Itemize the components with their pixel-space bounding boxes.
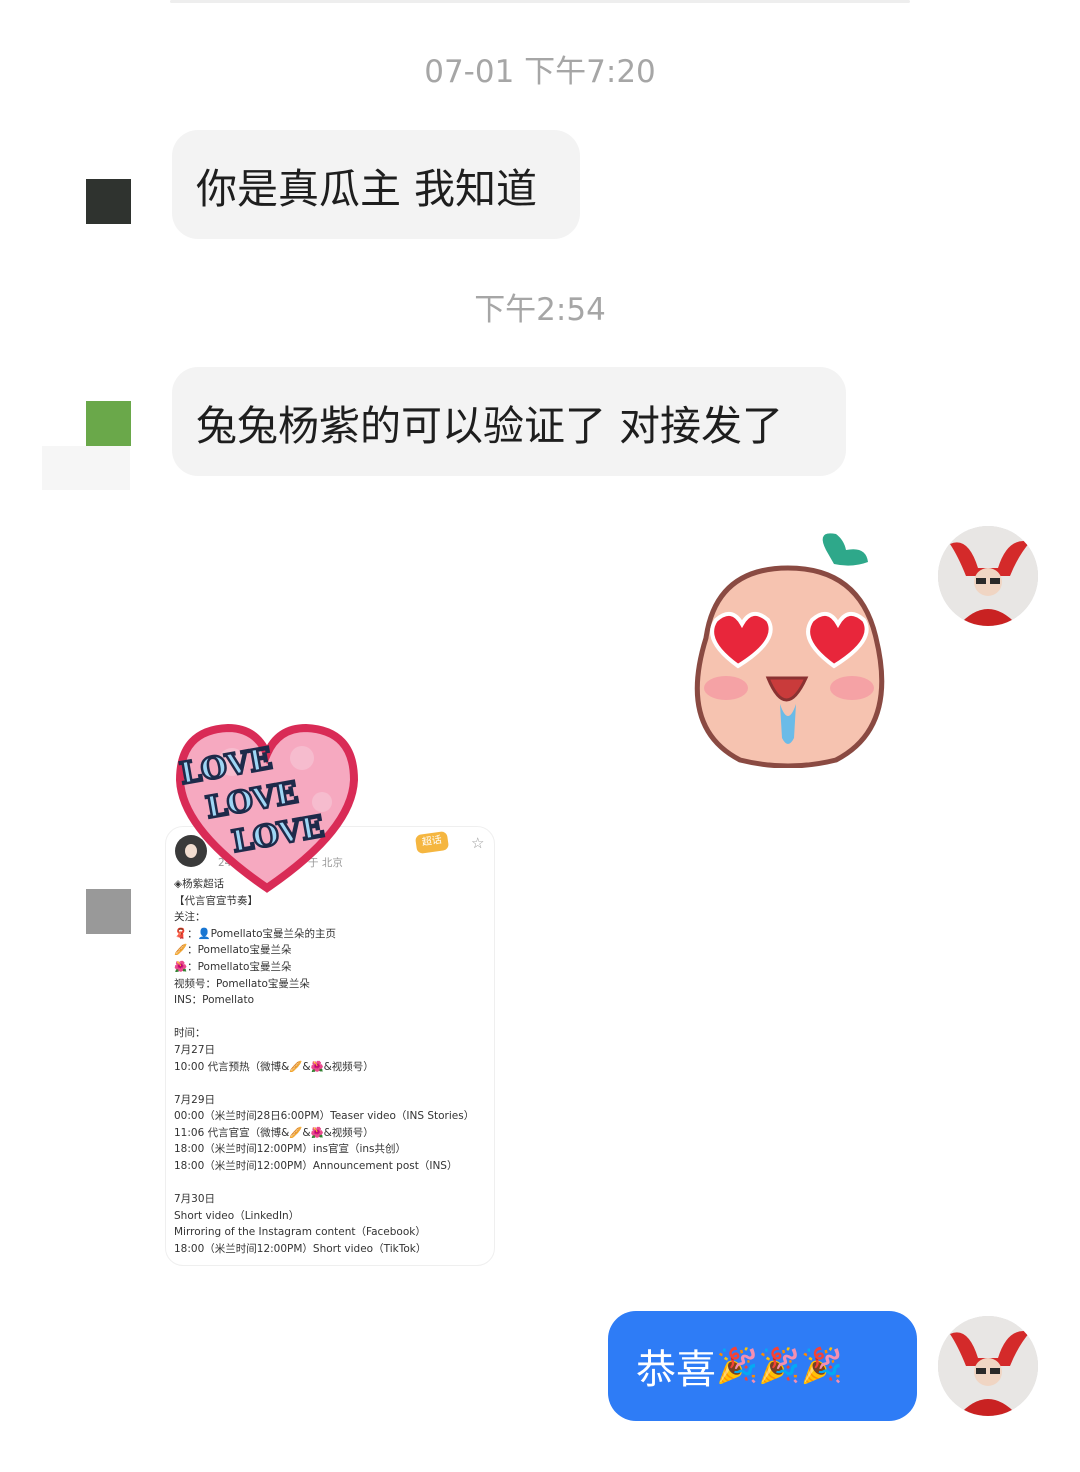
message-bubble[interactable]: 你是真瓜主 我知道: [172, 130, 580, 239]
message-text: 你是真瓜主 我知道: [196, 164, 538, 213]
contact-avatar[interactable]: [86, 401, 131, 446]
peach-sticker[interactable]: [676, 528, 900, 769]
card-line: 00:00（米兰时间28日6:00PM）Teaser video（INS Sto…: [174, 1110, 475, 1122]
card-line: 18:00（米兰时间12:00PM）Short video（TikTok）: [174, 1243, 427, 1255]
card-line: 【代言官宣节奏】: [174, 895, 258, 907]
card-line: 7月27日: [174, 1044, 216, 1056]
love-heart-sticker[interactable]: LOVE LOVE LOVE: [172, 722, 362, 894]
card-line: 10:00 代言预热（微博&🥖&🌺&视频号）: [174, 1061, 374, 1073]
contact-avatar[interactable]: [86, 179, 131, 224]
card-line: 🌺：Pomellato宝曼兰朵: [174, 961, 292, 973]
supertopic-badge: 超话: [414, 830, 450, 854]
card-line: 🥖：Pomellato宝曼兰朵: [174, 944, 292, 956]
card-line: 时间：: [174, 1027, 206, 1039]
message-text: 恭喜: [636, 1347, 716, 1393]
card-line: 关注：: [174, 911, 206, 923]
card-line: INS：Pomellato: [174, 994, 254, 1006]
card-line: 11:06 代言官宣（微博&🥖&🌺&视频号）: [174, 1127, 374, 1139]
card-line: 🧣：👤Pomellato宝曼兰朵的主页: [174, 928, 337, 940]
card-line: Short video（LinkedIn）: [174, 1210, 300, 1222]
card-line: 18:00（米兰时间12:00PM）ins官宣（ins共创）: [174, 1143, 406, 1155]
message-bubble[interactable]: 兔兔杨紫的可以验证了 对接发了: [172, 367, 846, 476]
star-icon[interactable]: ☆: [471, 835, 484, 852]
avatar-shadow: [42, 446, 130, 490]
timestamp: 下午2:54: [474, 292, 606, 328]
previous-message-edge: [170, 0, 910, 3]
my-avatar[interactable]: [938, 1316, 1038, 1416]
card-line: 7月30日: [174, 1193, 216, 1205]
my-avatar[interactable]: [938, 526, 1038, 626]
card-line: Mirroring of the Instagram content（Faceb…: [174, 1226, 426, 1238]
party-popper-icon: 🎉🎉🎉: [716, 1346, 844, 1386]
card-line: 18:00（米兰时间12:00PM）Announcement post（INS）: [174, 1160, 458, 1172]
timestamp: 07-01 下午7:20: [424, 54, 656, 90]
contact-avatar[interactable]: [86, 889, 131, 934]
card-line: 视频号：Pomellato宝曼兰朵: [174, 978, 310, 990]
message-text: 兔兔杨紫的可以验证了 对接发了: [196, 401, 784, 450]
card-line: 7月29日: [174, 1094, 216, 1106]
message-bubble-outgoing[interactable]: 恭喜 🎉🎉🎉: [608, 1311, 917, 1421]
